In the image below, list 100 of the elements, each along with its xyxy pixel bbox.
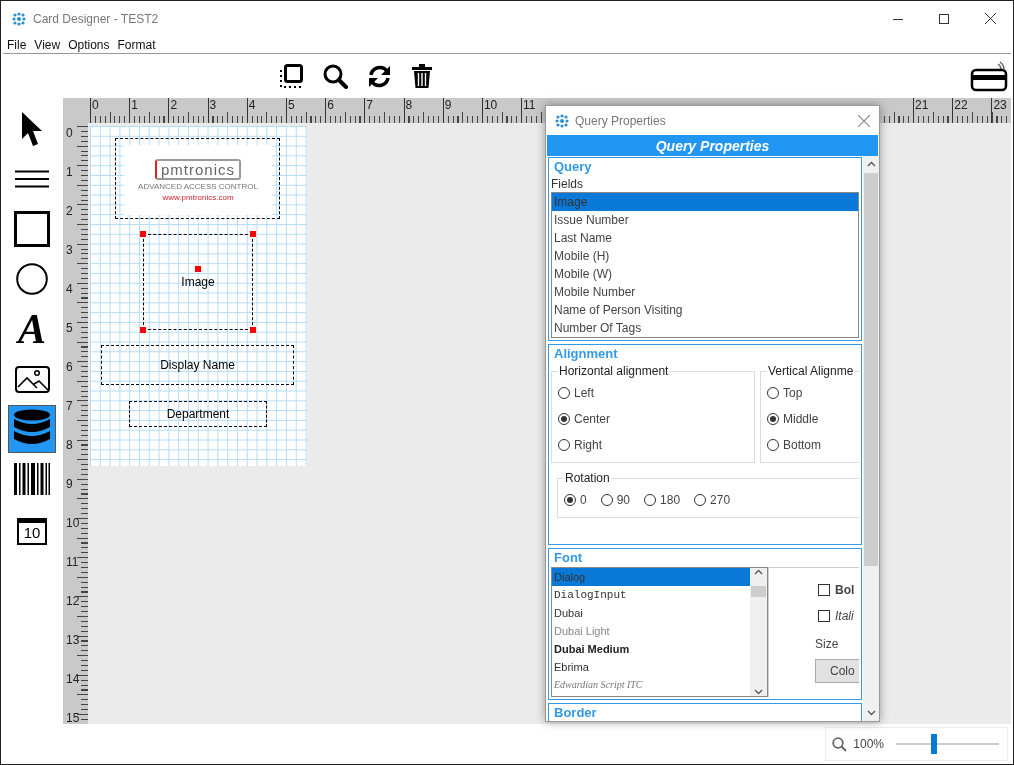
font-list-item[interactable]: Edwardian Script ITC bbox=[552, 676, 750, 694]
scrollbar-thumb[interactable] bbox=[864, 173, 878, 566]
scrollbar[interactable] bbox=[750, 568, 767, 696]
radio-button[interactable] bbox=[564, 494, 576, 506]
calendar-tool[interactable]: 10 bbox=[8, 505, 56, 553]
ruler-number: 12 bbox=[65, 594, 81, 610]
radio-button[interactable] bbox=[558, 439, 570, 451]
radio-label[interactable]: Top bbox=[783, 386, 803, 400]
font-list-item[interactable]: Dubai Light bbox=[552, 622, 750, 640]
section-title: Font bbox=[553, 549, 584, 567]
radio-button[interactable] bbox=[600, 494, 613, 506]
select-area-icon bbox=[279, 63, 304, 89]
rectangle-icon bbox=[14, 211, 50, 247]
field-list-item[interactable]: Mobile (H) bbox=[552, 247, 858, 265]
scroll-up-icon[interactable] bbox=[754, 568, 763, 577]
field-list-item[interactable]: Number Of Tags bbox=[552, 319, 858, 337]
ruler-number: 2 bbox=[65, 204, 74, 220]
refresh-button[interactable] bbox=[367, 63, 392, 89]
section-title: Query bbox=[553, 158, 593, 176]
dialog-icon bbox=[555, 113, 569, 128]
barcode-icon bbox=[14, 463, 50, 495]
ruler-number: 1 bbox=[65, 165, 74, 181]
search-icon bbox=[323, 63, 348, 89]
radio-label[interactable]: 0 bbox=[580, 493, 587, 507]
app-icon bbox=[12, 11, 26, 26]
text-tool[interactable]: A bbox=[8, 305, 56, 353]
delete-button[interactable] bbox=[411, 64, 433, 88]
radio-label[interactable]: 270 bbox=[710, 493, 731, 507]
scroll-down-icon[interactable] bbox=[754, 687, 763, 696]
field-list-item[interactable]: Last Name bbox=[552, 229, 858, 247]
checkbox-label[interactable]: Itali bbox=[835, 609, 859, 623]
radio-button[interactable] bbox=[767, 413, 779, 425]
radio-button[interactable] bbox=[644, 494, 657, 506]
resize-handle[interactable] bbox=[250, 231, 256, 237]
radio-label[interactable]: 90 bbox=[616, 493, 631, 507]
checkbox[interactable] bbox=[818, 610, 830, 622]
card-element[interactable]: Department bbox=[129, 401, 267, 427]
ruler-number: 4 bbox=[65, 282, 74, 298]
resize-handle[interactable] bbox=[140, 327, 146, 333]
scroll-up-icon[interactable] bbox=[866, 160, 876, 169]
radio-button[interactable] bbox=[694, 494, 707, 506]
radio-label[interactable]: Center bbox=[574, 412, 611, 426]
radio-label[interactable]: Bottom bbox=[783, 438, 821, 452]
field-list-item[interactable]: Mobile (W) bbox=[552, 265, 858, 283]
ruler-number: 14 bbox=[65, 672, 81, 688]
section-title: Border bbox=[553, 704, 598, 721]
lines-icon bbox=[15, 170, 49, 188]
checkbox-label[interactable]: Bol bbox=[835, 583, 859, 597]
ruler-number: 8 bbox=[65, 438, 74, 454]
radio-label[interactable]: 180 bbox=[660, 493, 681, 507]
search-button[interactable] bbox=[323, 63, 348, 89]
font-list-item[interactable]: Dubai bbox=[552, 604, 750, 622]
slider-thumb[interactable] bbox=[931, 734, 938, 754]
card-element[interactable]: pmtronics ADVANCED ACCESS CONTROL www.pmtronics.com bbox=[115, 138, 280, 219]
window-title: Card Designer - TEST2 bbox=[33, 11, 159, 26]
resize-handle[interactable] bbox=[195, 266, 201, 272]
ruler-number: 11 bbox=[65, 555, 80, 571]
scrollbar[interactable] bbox=[863, 156, 879, 721]
resize-handle[interactable] bbox=[250, 327, 256, 333]
font-list-item[interactable]: Dubai Medium bbox=[552, 640, 750, 658]
radio-button[interactable] bbox=[767, 439, 779, 451]
group-legend: Rotation bbox=[564, 471, 611, 485]
radio-button[interactable] bbox=[767, 387, 779, 399]
menu-item[interactable]: Options bbox=[64, 37, 114, 52]
checkbox[interactable] bbox=[818, 584, 830, 596]
refresh-icon bbox=[367, 63, 392, 89]
font-list-item[interactable]: DialogInput bbox=[552, 586, 750, 604]
field-list-item[interactable]: Name of Person Visiting bbox=[552, 301, 858, 319]
ruler-number: 6 bbox=[65, 360, 74, 376]
field-label: Image bbox=[181, 275, 215, 289]
section-title: Alignment bbox=[553, 345, 619, 363]
radio-label[interactable]: Middle bbox=[783, 412, 819, 426]
color-button[interactable]: Colo bbox=[815, 659, 859, 683]
close-button[interactable] bbox=[858, 114, 870, 127]
scroll-down-icon[interactable] bbox=[866, 708, 876, 717]
resize-handle[interactable] bbox=[140, 231, 146, 237]
field-label: Department bbox=[166, 407, 230, 421]
database-tool[interactable] bbox=[8, 405, 56, 453]
scrollbar-thumb[interactable] bbox=[751, 586, 766, 597]
size-label: Size bbox=[815, 637, 839, 651]
menu-item[interactable]: Format bbox=[113, 37, 160, 52]
card-element[interactable]: Display Name bbox=[101, 345, 294, 385]
ruler-number: 3 bbox=[65, 243, 74, 259]
close-icon bbox=[858, 114, 870, 127]
field-list-item[interactable]: Mobile Number bbox=[552, 283, 858, 301]
card-reader-button[interactable] bbox=[970, 60, 1008, 92]
radio-button[interactable] bbox=[558, 387, 570, 399]
radio-button[interactable] bbox=[558, 413, 570, 425]
ruler-number: 10 bbox=[65, 516, 81, 532]
menu-item[interactable]: View bbox=[30, 37, 65, 52]
radio-label[interactable]: Right bbox=[574, 438, 602, 452]
field-label: Display Name bbox=[160, 358, 235, 372]
close-icon bbox=[984, 13, 996, 24]
menu-item[interactable]: File bbox=[3, 37, 31, 52]
radio-label[interactable]: Left bbox=[574, 386, 594, 400]
select-area-button[interactable] bbox=[279, 63, 304, 89]
maximize-icon bbox=[939, 13, 949, 24]
font-list-item[interactable]: Ebrima bbox=[552, 658, 750, 676]
field-list-item[interactable]: Issue Number bbox=[552, 211, 858, 229]
logo-wordmark: pmtronics bbox=[155, 158, 241, 180]
